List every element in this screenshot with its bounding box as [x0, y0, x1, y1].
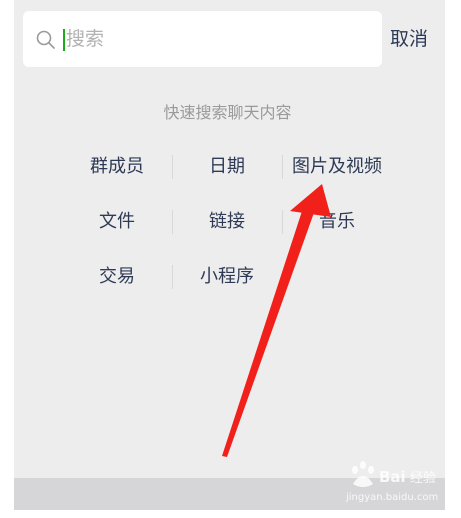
svg-text:jingyan.baidu.com: jingyan.baidu.com [345, 492, 438, 503]
annotation-arrow [222, 184, 331, 457]
svg-text:Bai: Bai [379, 468, 406, 486]
svg-text:经验: 经验 [410, 470, 436, 486]
baidu-jingyan-watermark: Bai 经验 jingyan.baidu.com [345, 461, 438, 503]
